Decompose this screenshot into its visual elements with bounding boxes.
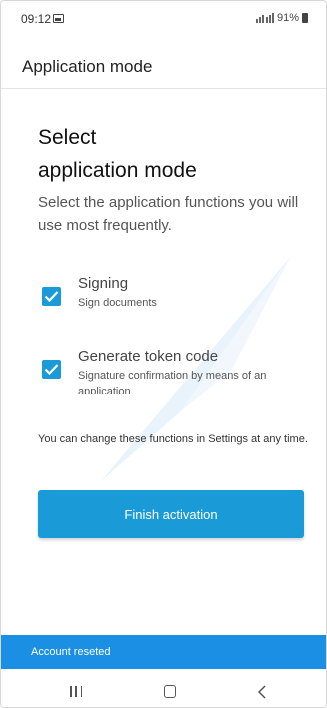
heading-line-1: Select: [38, 126, 97, 149]
heading-line-2: application mode: [38, 159, 197, 182]
check-icon: [44, 291, 59, 303]
signing-checkbox[interactable]: [42, 287, 61, 306]
home-icon[interactable]: [164, 685, 176, 698]
option-generate-token[interactable]: Generate token code Signature confirmati…: [38, 346, 310, 396]
check-icon: [44, 364, 59, 376]
recents-icon[interactable]: [70, 686, 82, 697]
status-indicators: 91%: [255, 12, 308, 24]
status-time: 09:12: [21, 12, 52, 26]
app-bar: Application mode: [1, 35, 326, 89]
snackbar-message: Account reseted: [31, 646, 111, 658]
screen-heading: Select application mode: [38, 121, 298, 187]
finish-activation-button[interactable]: Finish activation: [38, 490, 304, 538]
page-title: Application mode: [22, 57, 153, 76]
option-signing[interactable]: Signing Sign documents: [38, 273, 310, 323]
option-description: Signature confirmation by means of an ap…: [78, 370, 267, 394]
signal-icon: [255, 13, 274, 23]
snackbar: Account reseted: [1, 635, 326, 669]
screen-subtitle: Select the application functions you wil…: [38, 194, 299, 234]
battery-level: 91%: [276, 12, 299, 24]
settings-hint: You can change these functions in Settin…: [38, 433, 308, 445]
token-checkbox[interactable]: [42, 360, 61, 379]
battery-icon: [302, 13, 308, 23]
system-nav-bar: [1, 669, 326, 707]
status-bar: 09:12 91%: [1, 1, 326, 35]
phone-screen: 09:12 91% Application mode Select applic…: [0, 0, 327, 708]
option-description: Sign documents: [78, 297, 157, 309]
image-icon: [53, 14, 64, 23]
back-icon[interactable]: [257, 685, 267, 699]
option-title: Generate token code: [78, 348, 219, 365]
option-title: Signing: [78, 275, 129, 292]
